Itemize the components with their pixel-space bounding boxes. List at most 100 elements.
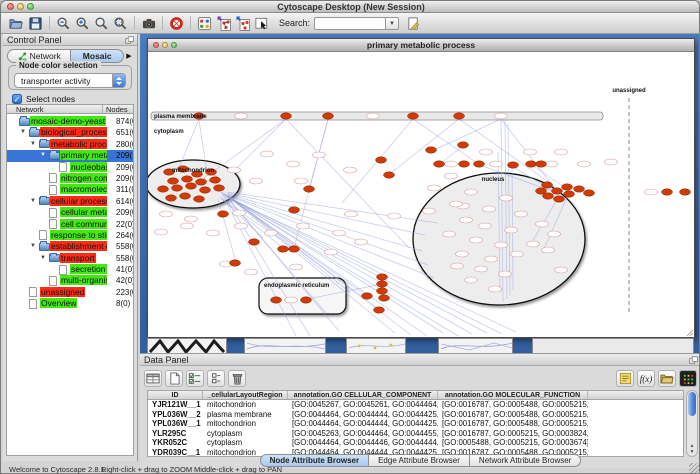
canvas-resize-grip[interactable] [687, 330, 693, 336]
network-edge[interactable] [218, 199, 236, 262]
network-node[interactable] [218, 211, 229, 217]
col-id[interactable]: ID [148, 391, 203, 399]
tree-row[interactable]: nitrogen compo209(0) [7, 173, 133, 184]
background-window-fragment[interactable] [532, 338, 694, 353]
attribute-matrix-icon[interactable] [679, 370, 697, 387]
col-molecular-function[interactable]: annotation.GO MOLECULAR_FUNCTION [438, 391, 588, 399]
background-window-fragment[interactable] [244, 338, 326, 353]
tree-row[interactable]: multi-organism pro42(0) [7, 275, 133, 286]
edit-network-icon[interactable] [404, 15, 423, 32]
network-node[interactable] [564, 191, 575, 197]
help-icon[interactable] [167, 15, 186, 32]
network-node[interactable] [249, 239, 260, 245]
select-nodes-checkbox[interactable]: ✓ [12, 94, 22, 104]
network-node[interactable] [304, 186, 315, 192]
tree-row[interactable]: response to stimulu264(0) [7, 230, 133, 241]
tree-row[interactable]: mosaic-demo-yeast874(0) [7, 116, 133, 127]
network-edge[interactable] [235, 119, 286, 170]
expander-icon[interactable]: ▼ [29, 243, 37, 249]
network-node[interactable] [362, 293, 373, 299]
function-builder-icon[interactable]: f(x) [637, 370, 655, 387]
network-node[interactable] [459, 161, 470, 167]
resize-grip[interactable] [689, 463, 699, 473]
network-node[interactable] [408, 113, 419, 119]
tree-row[interactable]: ▼transport558(0) [7, 253, 133, 264]
network-node[interactable] [552, 188, 563, 194]
layout-selected-icon[interactable] [233, 15, 252, 32]
tree-row[interactable]: unassigned223(0) [7, 287, 133, 298]
network-node[interactable] [536, 161, 547, 167]
table-row[interactable]: YJR121W__1mitochondrion[GO:0045267, GO:0… [148, 400, 683, 410]
network-node[interactable] [574, 186, 585, 192]
network-node[interactable] [182, 176, 193, 182]
tree-row[interactable]: ▼cellular process614(0) [7, 196, 133, 207]
zoom-in-icon[interactable] [73, 15, 92, 32]
snapshot-icon[interactable] [139, 15, 158, 32]
float-panel-icon[interactable] [689, 356, 698, 364]
col-cellular-component[interactable]: annotation.GO CELLULAR_COMPONENT [288, 391, 438, 399]
network-node[interactable] [374, 307, 385, 313]
more-tabs-icon[interactable]: ▶ [124, 52, 134, 60]
network-node[interactable] [166, 195, 177, 201]
table-scrollbar[interactable]: ▲▼ [686, 390, 698, 457]
import-attributes-icon[interactable] [658, 370, 676, 387]
network-node[interactable] [379, 295, 390, 301]
network-node[interactable] [186, 183, 197, 189]
tree-row[interactable]: ▼primary metabol209(... [7, 150, 133, 161]
network-node[interactable] [210, 177, 221, 183]
network-edge[interactable] [441, 146, 463, 163]
network-node[interactable] [200, 187, 211, 193]
network-node[interactable] [554, 196, 565, 202]
network-window-titlebar[interactable]: primary metabolic process [148, 39, 694, 52]
network-node[interactable] [377, 288, 388, 294]
network-node[interactable] [562, 184, 573, 190]
tree-col-network[interactable]: Network [7, 105, 103, 113]
tree-row[interactable]: cellular metabol209(0) [7, 207, 133, 218]
network-node[interactable] [474, 161, 485, 167]
network-node[interactable] [508, 162, 519, 168]
zoom-out-icon[interactable] [54, 15, 73, 32]
tree-row[interactable]: ▼biological_process651(0) [7, 127, 133, 138]
expander-icon[interactable]: ▼ [39, 255, 47, 261]
network-node[interactable] [377, 281, 388, 287]
zoom-fit-icon[interactable] [92, 15, 111, 32]
search-input[interactable] [314, 17, 386, 30]
expander-icon[interactable]: ▼ [29, 141, 37, 147]
tree-row[interactable]: ▼metabolic process280(0) [7, 139, 133, 150]
network-canvas[interactable]: plasma membranecytoplasmmitochondrionnuc… [148, 52, 694, 337]
select-attributes-icon[interactable] [186, 370, 204, 387]
expander-icon[interactable]: ▼ [19, 129, 27, 135]
network-node[interactable] [323, 113, 334, 119]
zoom-selected-icon[interactable] [111, 15, 130, 32]
network-node[interactable] [376, 157, 387, 163]
network-node[interactable] [384, 172, 395, 178]
layout-network-icon[interactable] [214, 15, 233, 32]
table-row[interactable]: YKR052Ccytoplasm[GO:0044464, GO:0044446,… [148, 438, 683, 448]
network-node[interactable] [289, 246, 300, 252]
network-node[interactable] [454, 113, 465, 119]
network-node[interactable] [278, 246, 289, 252]
scrollbar-thumb[interactable] [688, 392, 696, 416]
node-color-dropdown[interactable]: transporter activity [14, 73, 126, 88]
open-icon[interactable] [7, 15, 26, 32]
unselect-attributes-icon[interactable] [207, 370, 225, 387]
network-node[interactable] [172, 185, 183, 191]
network-node[interactable] [158, 186, 169, 192]
network-node[interactable] [662, 189, 673, 195]
background-window-fragment[interactable] [438, 338, 513, 353]
network-node[interactable] [194, 196, 205, 202]
tree-row[interactable]: nucleobase-209(0) [7, 162, 133, 173]
tree-row[interactable]: cell communicat22(0) [7, 219, 133, 230]
background-window-fragment[interactable] [346, 338, 406, 353]
col-region[interactable]: _cellularLayoutRegion [203, 391, 288, 399]
vizmapper-icon[interactable] [195, 15, 214, 32]
network-node[interactable] [168, 178, 179, 184]
save-icon[interactable] [26, 15, 45, 32]
network-edge[interactable] [387, 119, 459, 176]
tree-row[interactable]: Overview8(0) [7, 298, 133, 309]
tree-row[interactable]: secretion41(0) [7, 264, 133, 275]
network-node[interactable] [214, 185, 225, 191]
network-node[interactable] [377, 274, 388, 280]
network-edge[interactable] [214, 119, 286, 171]
network-node[interactable] [458, 142, 469, 148]
